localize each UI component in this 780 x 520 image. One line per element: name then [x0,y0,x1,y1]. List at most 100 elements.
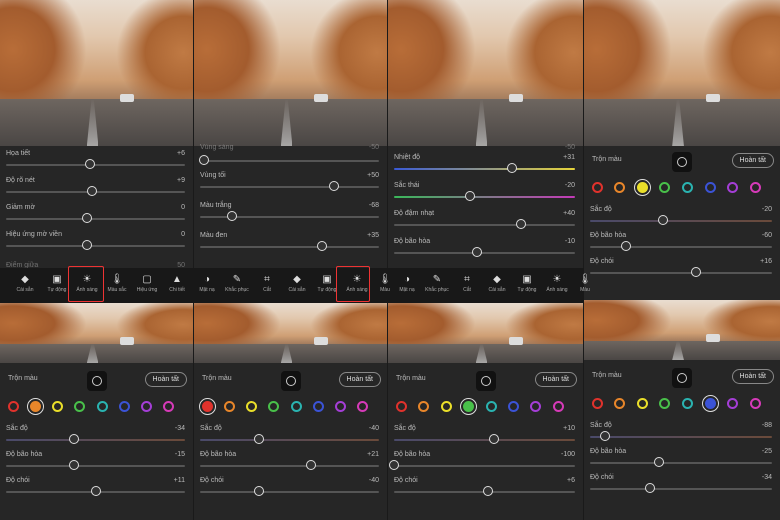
target-adjust-icon[interactable] [280,371,301,391]
done-button[interactable]: Hoàn tất [731,369,774,384]
color-swatch[interactable] [7,401,19,412]
slider-track[interactable] [590,488,772,490]
color-swatch[interactable] [163,401,175,412]
slider-track[interactable] [200,246,379,248]
target-adjust-icon[interactable] [672,152,692,172]
color-swatch[interactable] [552,401,564,412]
color-swatch[interactable] [701,395,719,412]
color-swatch[interactable] [246,401,258,412]
toolbar-item-ánh-sáng[interactable]: ☀ Ánh sáng [542,273,572,301]
color-swatch[interactable] [659,182,671,193]
color-swatch[interactable] [507,401,519,412]
color-swatch[interactable] [485,401,497,412]
color-swatch[interactable] [727,182,739,193]
slider-thumb[interactable] [254,486,265,496]
toolbar-item-cắt[interactable]: ⌗ Cắt [452,273,482,301]
toolbar-item-khắc-phục[interactable]: ✎ Khắc phục [422,273,452,301]
slider-thumb[interactable] [81,240,92,250]
slider-thumb[interactable] [316,241,327,251]
slider-thumb[interactable] [515,219,526,229]
toolbar-item-hiệu-ứng[interactable]: ▢ Hiệu ứng [132,273,162,301]
toolbar-item-tự-động[interactable]: ▣ Tự động [512,273,542,301]
slider-thumb[interactable] [506,163,517,173]
slider-thumb[interactable] [657,215,668,225]
slider-track[interactable] [394,224,575,226]
color-swatch[interactable] [395,401,407,412]
done-button[interactable]: Hoàn tất [731,153,774,168]
slider-track[interactable] [394,252,575,254]
slider-track[interactable] [200,491,379,493]
slider-thumb[interactable] [472,247,483,257]
slider-thumb[interactable] [599,431,610,441]
toolbar-item-màu[interactable]: 🌡 Màu [570,273,600,301]
slider-thumb[interactable] [621,241,632,251]
slider-track[interactable] [394,196,575,198]
color-swatch[interactable] [118,401,130,412]
slider-track[interactable] [200,465,379,467]
slider-track[interactable] [6,465,185,467]
slider-thumb[interactable] [645,483,656,493]
color-swatch[interactable] [357,401,369,412]
color-swatch[interactable] [334,401,346,412]
toolbar-item-mặt-nạ[interactable]: ◑ Mặt nạ [392,273,422,301]
color-swatch[interactable] [440,401,452,412]
slider-thumb[interactable] [90,486,101,496]
slider-track[interactable] [394,168,575,170]
slider-track[interactable] [590,436,772,438]
color-swatch[interactable] [268,401,280,412]
slider-track[interactable] [200,160,379,162]
color-swatch[interactable] [460,398,478,415]
color-swatch[interactable] [52,401,64,412]
color-swatch[interactable] [704,182,716,193]
target-adjust-icon[interactable] [672,368,692,388]
slider-thumb[interactable] [254,434,265,444]
slider-thumb[interactable] [227,211,238,221]
toolbar-item-cài-sẵn[interactable]: ◆ Cài sẵn [10,273,40,301]
done-button[interactable]: Hoàn tất [338,372,381,387]
color-swatch[interactable] [140,401,152,412]
slider-thumb[interactable] [81,213,92,223]
slider-thumb[interactable] [690,267,701,277]
color-swatch[interactable] [312,401,324,412]
color-swatch[interactable] [727,398,739,409]
slider-track[interactable] [6,245,185,247]
slider-thumb[interactable] [483,486,494,496]
slider-thumb[interactable] [654,457,665,467]
toolbar-item-cài-sẵn[interactable]: ◆ Cài sẵn [482,273,512,301]
toolbar-item-màu-sắc[interactable]: 🌡 Màu sắc [102,273,132,301]
slider-track[interactable] [200,186,379,188]
color-swatch[interactable] [636,398,648,409]
color-swatch[interactable] [530,401,542,412]
color-swatch[interactable] [682,398,693,409]
color-swatch[interactable] [418,401,430,412]
slider-thumb[interactable] [69,460,80,470]
done-button[interactable]: Hoàn tất [534,372,577,387]
slider-track[interactable] [590,272,772,274]
slider-thumb[interactable] [85,159,96,169]
slider-thumb[interactable] [488,434,499,444]
target-adjust-icon[interactable] [475,371,496,391]
slider-thumb[interactable] [389,460,399,470]
color-swatch[interactable] [614,398,626,409]
slider-thumb[interactable] [199,155,209,165]
color-swatch[interactable] [223,401,235,412]
slider-track[interactable] [6,439,185,441]
color-swatch[interactable] [198,398,216,415]
slider-thumb[interactable] [305,460,316,470]
slider-track[interactable] [394,439,575,441]
color-swatch[interactable] [290,401,302,412]
target-adjust-icon[interactable] [86,371,107,391]
color-swatch[interactable] [591,398,603,409]
slider-track[interactable] [200,439,379,441]
toolbar-item-cắt[interactable]: ⌗ Cắt [252,273,282,301]
color-swatch[interactable] [96,401,108,412]
slider-thumb[interactable] [86,186,97,196]
color-swatch[interactable] [74,401,86,412]
color-swatch[interactable] [633,179,651,196]
color-swatch[interactable] [749,182,761,193]
color-swatch[interactable] [749,398,761,409]
color-swatch[interactable] [26,398,44,415]
color-swatch[interactable] [682,182,693,193]
done-button[interactable]: Hoàn tất [144,372,187,387]
slider-track[interactable] [394,465,575,467]
